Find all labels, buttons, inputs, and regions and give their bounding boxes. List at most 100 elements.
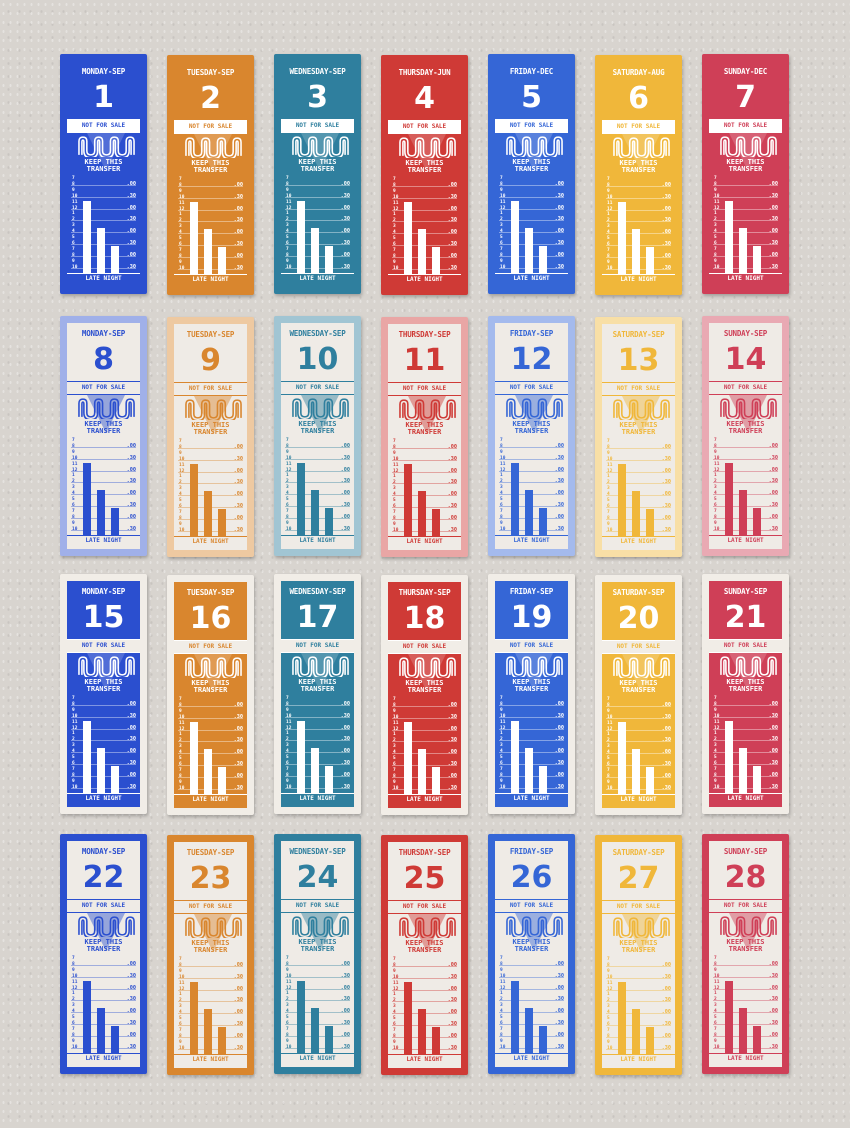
transfer-ticket[interactable]: THURSDAY-JUN 4 NOT FOR SALE KEEP THIS TRANSF… [381,55,468,295]
hour-tick: 11 [286,461,292,467]
ticket-face: TUESDAY-SEP 23 NOT FOR SALE KEEP THIS TRANSF… [174,842,247,1068]
transfer-ticket[interactable]: MONDAY-SEP 22 NOT FOR SALE KEEP THIS TRANSFE… [60,834,147,1074]
keep-this-transfer-text: KEEP THIS TRANSFER [388,680,461,694]
punch-bar [190,982,198,1054]
minute-tick-column: .00.30.00.30.00.30.00.30 [448,180,457,274]
keep-line-2: TRANSFER [621,686,656,694]
punch-bar [525,748,533,793]
transfer-ticket[interactable]: SATURDAY-SEP 13 NOT FOR SALE KEEP THIS TRANS… [595,317,682,557]
keep-this-transfer-text: KEEP THIS TRANSFER [281,421,354,435]
keep-line-2: TRANSFER [407,166,442,174]
minute-tick-column: .00.30.00.30.00.30.00.30 [448,700,457,794]
transfer-ticket[interactable]: THURSDAY-SEP 25 NOT FOR SALE KEEP THIS TRANS… [381,835,468,1075]
punch-bar [218,767,226,794]
minute-tick-column: .00.30.00.30.00.30.00.30 [341,699,350,793]
punch-bar [404,202,412,274]
grid-line [713,447,778,448]
grid-line [178,989,243,991]
transfer-ticket[interactable]: MONDAY-SEP 15 NOT FOR SALE KEEP THIS TRANSFE… [60,574,147,814]
ticket-day-label: FRIDAY-SEP [509,587,554,596]
grid-line [713,220,778,222]
punch-bar [525,1008,533,1053]
grid-line [392,459,457,461]
transfer-ticket[interactable]: MONDAY-SEP 8 NOT FOR SALE KEEP THIS TRANSFER… [60,316,147,556]
transfer-ticket[interactable]: WEDNESDAY-SEP 17 NOT FOR SALE KEEP THIS TRAN… [274,574,361,814]
punch-bar [511,201,519,273]
punch-bar [311,748,319,793]
not-for-sale-banner: NOT FOR SALE [67,119,140,133]
muni-logo-icon [78,656,135,677]
punch-bar [418,749,426,794]
transfer-ticket[interactable]: TUESDAY-SEP 16 NOT FOR SALE KEEP THIS TRANSF… [167,575,254,815]
late-night-label: LATE NIGHT [495,793,568,804]
transfer-ticket[interactable]: FRIDAY-DEC 5 NOT FOR SALE KEEP THIS TRANSFER… [488,54,575,294]
transfer-ticket[interactable]: FRIDAY-SEP 19 NOT FOR SALE KEEP THIS TRANSFE… [488,574,575,814]
grid-line [178,221,243,223]
punch-bar [418,1009,426,1054]
transfer-ticket[interactable]: FRIDAY-SEP 12 NOT FOR SALE KEEP THIS TRANSFE… [488,316,575,556]
transfer-ticket[interactable]: TUESDAY-SEP 23 NOT FOR SALE KEEP THIS TRANSF… [167,835,254,1075]
punch-bar [753,1026,761,1053]
keep-this-transfer-text: KEEP THIS TRANSFER [602,680,675,694]
late-night-label: LATE NIGHT [495,535,568,546]
ticket-day-label: SATURDAY-SEP [612,330,665,339]
grid-line [713,1000,778,1002]
ticket-day-label: WEDNESDAY-SEP [289,329,346,338]
grid-line [392,1001,457,1003]
keep-line-2: TRANSFER [514,427,549,435]
transfer-ticket[interactable]: TUESDAY-SEP 9 NOT FOR SALE KEEP THIS TRANSFE… [167,317,254,557]
not-for-sale-banner: NOT FOR SALE [67,899,140,913]
transfer-ticket[interactable]: SUNDAY-SEP 21 NOT FOR SALE KEEP THIS TRANSFE… [702,574,789,814]
transfer-ticket[interactable]: SATURDAY-AUG 6 NOT FOR SALE KEEP THIS TRANSF… [595,55,682,295]
keep-line-2: TRANSFER [193,946,228,954]
grid-line [71,220,136,222]
not-for-sale-banner: NOT FOR SALE [602,120,675,134]
transfer-ticket[interactable]: SUNDAY-DEC 7 NOT FOR SALE KEEP THIS TRANSFER… [702,54,789,294]
grid-line [499,705,564,706]
punch-bar [646,247,654,274]
transfer-ticket[interactable]: WEDNESDAY-SEP 24 NOT FOR SALE KEEP THIS TRAN… [274,834,361,1074]
ticket-day-label: MONDAY-SEP [81,587,126,596]
transfer-ticket[interactable]: WEDNESDAY-SEP 3 NOT FOR SALE KEEP THIS TRANS… [274,54,361,294]
grid-line [285,185,350,186]
not-for-sale-banner: NOT FOR SALE [495,381,568,395]
grid-line [178,459,243,461]
hour-tick: 11 [72,719,78,725]
transfer-ticket[interactable]: THURSDAY-SEP 18 NOT FOR SALE KEEP THIS TRANS… [381,575,468,815]
ticket-date-number: 25 [403,861,446,896]
transfer-ticket[interactable]: THURSDAY-SEP 11 NOT FOR SALE KEEP THIS TRANS… [381,317,468,557]
not-for-sale-banner: NOT FOR SALE [388,640,461,654]
keep-line-2: TRANSFER [300,427,335,435]
transfer-ticket[interactable]: SUNDAY-SEP 14 NOT FOR SALE KEEP THIS TRANSFE… [702,316,789,556]
hour-tick: 11 [607,462,613,468]
muni-logo-icon [399,399,456,420]
hour-tick: 11 [393,980,399,986]
punch-bar [432,247,440,274]
ticket-face: FRIDAY-SEP 19 NOT FOR SALE KEEP THIS TRANSFE… [495,581,568,807]
ticket-face: THURSDAY-SEP 18 NOT FOR SALE KEEP THIS TRANS… [388,582,461,808]
punch-bar [739,748,747,793]
grid-line [178,471,243,473]
punch-bar [97,490,105,535]
transfer-ticket[interactable]: TUESDAY-SEP 2 NOT FOR SALE KEEP THIS TRANSFE… [167,55,254,295]
grid-line [178,706,243,707]
ticket-date-number: 10 [296,342,339,377]
ticket-day-label: WEDNESDAY-SEP [289,847,346,856]
ticket-face: SATURDAY-SEP 13 NOT FOR SALE KEEP THIS TRANS… [602,324,675,550]
punch-bar [218,1027,226,1054]
transfer-ticket[interactable]: SUNDAY-SEP 28 NOT FOR SALE KEEP THIS TRANSFE… [702,834,789,1074]
transfer-ticket[interactable]: SATURDAY-SEP 20 NOT FOR SALE KEEP THIS TRANS… [595,575,682,815]
transfer-ticket[interactable]: FRIDAY-SEP 26 NOT FOR SALE KEEP THIS TRANSFE… [488,834,575,1074]
transfer-ticket[interactable]: SATURDAY-SEP 27 NOT FOR SALE KEEP THIS TRANS… [595,835,682,1075]
keep-this-transfer-text: KEEP THIS TRANSFER [388,940,461,954]
punch-bar [753,508,761,535]
not-for-sale-banner: NOT FOR SALE [281,639,354,653]
grid-line [285,965,350,966]
transfer-ticket[interactable]: WEDNESDAY-SEP 10 NOT FOR SALE KEEP THIS TRAN… [274,316,361,556]
grid-line [499,976,564,978]
transfer-ticket[interactable]: MONDAY-SEP 1 NOT FOR SALE KEEP THIS TRANSFER… [60,54,147,294]
punch-bar [753,246,761,273]
keep-this-transfer-text: KEEP THIS TRANSFER [281,939,354,953]
keep-line-2: TRANSFER [728,165,763,173]
keep-this-transfer-text: KEEP THIS TRANSFER [602,422,675,436]
